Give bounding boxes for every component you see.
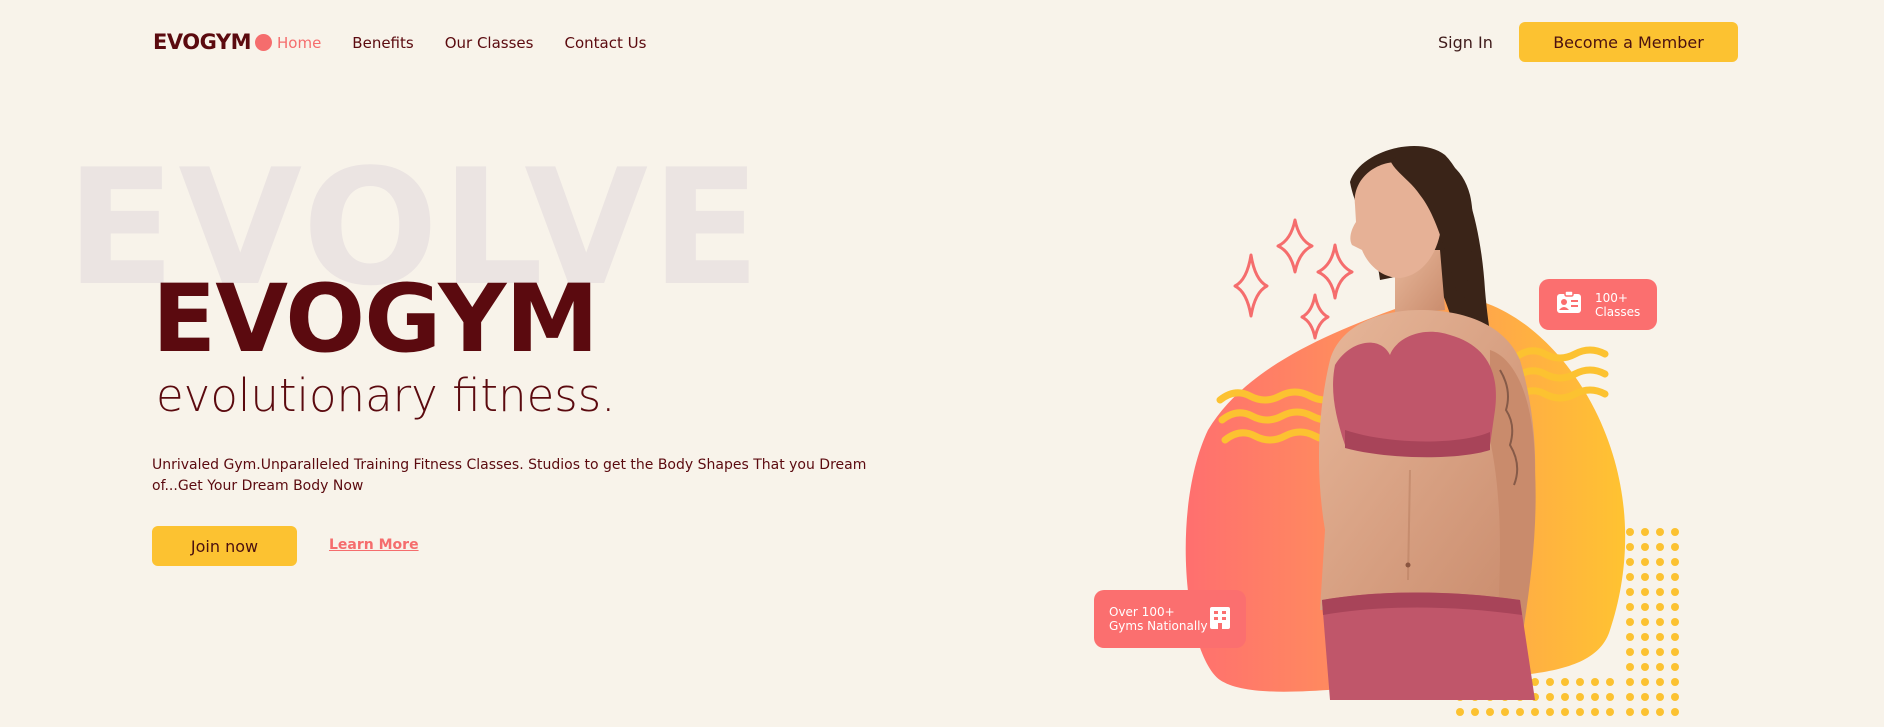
- id-card-icon: [1556, 290, 1582, 318]
- become-member-button[interactable]: Become a Member: [1519, 22, 1738, 62]
- hero-title: EVOGYM: [152, 265, 599, 374]
- fitness-model-figure: [1318, 145, 1536, 700]
- join-now-button[interactable]: Join now: [152, 526, 297, 566]
- learn-more-link[interactable]: Learn More: [329, 537, 419, 553]
- building-icon: [1209, 606, 1231, 633]
- gyms-badge: Over 100+ Gyms Nationally: [1094, 590, 1246, 648]
- nav-link-benefits[interactable]: Benefits: [352, 34, 413, 52]
- hero-tagline: evolutionary fitness.: [156, 369, 616, 422]
- logo-text: EVOGYM: [153, 30, 251, 54]
- classes-label: Classes: [1595, 304, 1641, 319]
- main-nav: Home Benefits Our Classes Contact Us: [277, 34, 646, 52]
- gyms-label: Gyms Nationally: [1109, 619, 1208, 633]
- logo-dot-icon: [254, 33, 272, 51]
- sign-in-link[interactable]: Sign In: [1438, 33, 1493, 52]
- classes-count: 100+: [1595, 290, 1628, 305]
- classes-badge: 100+ Classes: [1539, 279, 1657, 330]
- gyms-count: Over 100+: [1109, 605, 1175, 619]
- nav-link-home[interactable]: Home: [277, 34, 321, 52]
- classes-badge-text: 100+ Classes: [1595, 291, 1640, 319]
- brand-logo[interactable]: EVOGYM: [153, 30, 272, 54]
- gyms-badge-text: Over 100+ Gyms Nationally: [1109, 605, 1208, 633]
- nav-link-contact-us[interactable]: Contact Us: [564, 34, 646, 52]
- nav-link-our-classes[interactable]: Our Classes: [445, 34, 534, 52]
- hero-description: Unrivaled Gym.Unparalleled Training Fitn…: [152, 457, 867, 494]
- sparkle-decoration: [1233, 218, 1354, 340]
